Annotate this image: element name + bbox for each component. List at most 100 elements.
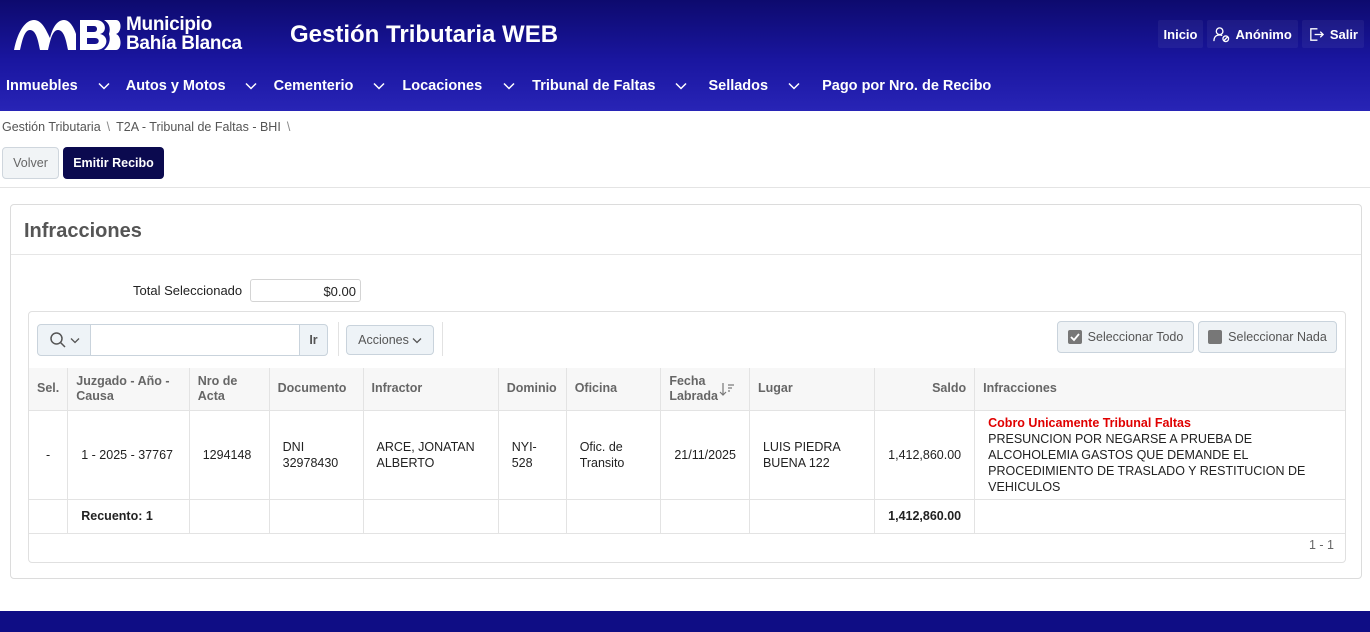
column-header-acta[interactable]: Nro de Acta bbox=[189, 368, 270, 411]
breadcrumb: Gestión Tributaria \ T2A - Tribunal de F… bbox=[2, 120, 290, 134]
user-icon bbox=[1213, 26, 1230, 42]
sort-descending-icon bbox=[719, 382, 735, 396]
nav-label: Sellados bbox=[708, 78, 769, 94]
column-header-infractor[interactable]: Infractor bbox=[363, 368, 499, 411]
column-header-fecha-label: Fecha Labrada bbox=[669, 373, 718, 403]
summary-cell bbox=[498, 499, 567, 534]
cell-lugar: LUIS PIEDRA BUENA 122 bbox=[749, 410, 876, 500]
chevron-down-icon[interactable] bbox=[675, 82, 687, 90]
summary-cell bbox=[269, 499, 364, 534]
toolbar-separator bbox=[338, 322, 339, 356]
cell-juzgado: 1 - 2025 - 37767 bbox=[67, 410, 190, 500]
infraccion-note: Cobro Unicamente Tribunal Faltas bbox=[988, 415, 1191, 430]
column-header-fecha[interactable]: Fecha Labrada bbox=[660, 368, 750, 411]
infracciones-table: Sel. Juzgado - Año - Causa Nro de Acta D… bbox=[29, 368, 1345, 534]
cell-infracciones: Cobro Unicamente Tribunal Faltas PRESUNC… bbox=[974, 410, 1345, 500]
report-region: Ir Acciones Seleccionar Todo Seleccionar… bbox=[28, 311, 1346, 563]
municipio-logo-icon[interactable] bbox=[12, 16, 122, 52]
nav-item-pago-recibo[interactable]: Pago por Nro. de Recibo bbox=[822, 78, 991, 94]
table-row: - 1 - 2025 - 37767 1294148 DNI 32978430 … bbox=[29, 410, 1345, 500]
cell-acta: 1294148 bbox=[189, 410, 270, 500]
column-header-dominio[interactable]: Dominio bbox=[498, 368, 567, 411]
acciones-label: Acciones bbox=[358, 333, 409, 347]
inicio-link[interactable]: Inicio bbox=[1157, 20, 1204, 48]
nav-label: Tribunal de Faltas bbox=[532, 78, 656, 94]
summary-saldo: 1,412,860.00 bbox=[874, 499, 976, 534]
search-input[interactable] bbox=[90, 324, 300, 356]
logo-line-2: Bahía Blanca bbox=[126, 33, 242, 54]
summary-cell bbox=[660, 499, 750, 534]
pagination: 1 - 1 bbox=[1308, 538, 1334, 552]
breadcrumb-separator: \ bbox=[106, 120, 111, 134]
logout-icon bbox=[1309, 27, 1324, 41]
checkbox-square-icon bbox=[1208, 330, 1223, 344]
summary-cell bbox=[974, 499, 1345, 534]
go-button[interactable]: Ir bbox=[299, 324, 328, 356]
cell-infractor: ARCE, JONATAN ALBERTO bbox=[363, 410, 499, 500]
chevron-down-icon[interactable] bbox=[788, 82, 800, 90]
acciones-menu-button[interactable]: Acciones bbox=[346, 325, 434, 355]
chevron-down-icon[interactable] bbox=[98, 82, 110, 90]
summary-count: Recuento: 1 bbox=[67, 499, 190, 534]
chevron-down-icon[interactable] bbox=[373, 82, 385, 90]
divider bbox=[11, 254, 1361, 255]
nav-item-sellados[interactable]: Sellados bbox=[708, 78, 800, 94]
column-header-lugar[interactable]: Lugar bbox=[749, 368, 876, 411]
nav-item-inmuebles[interactable]: Inmuebles bbox=[6, 78, 110, 94]
app-title: Gestión Tributaria WEB bbox=[290, 21, 559, 48]
checkbox-checked-icon bbox=[1067, 330, 1082, 344]
main-nav: Inmuebles Autos y Motos Cementerio Locac… bbox=[0, 72, 991, 100]
volver-button[interactable]: Volver bbox=[2, 147, 59, 179]
top-header: Municipio Bahía Blanca Gestión Tributari… bbox=[0, 0, 1370, 111]
nav-item-locaciones[interactable]: Locaciones bbox=[402, 78, 515, 94]
user-menu[interactable]: Anónimo bbox=[1207, 20, 1298, 48]
salir-label: Salir bbox=[1329, 26, 1358, 42]
toolbar-separator bbox=[442, 322, 443, 356]
select-none-button[interactable]: Seleccionar Nada bbox=[1198, 321, 1337, 353]
summary-cell bbox=[189, 499, 270, 534]
chevron-down-icon bbox=[70, 337, 79, 343]
cell-documento: DNI 32978430 bbox=[269, 410, 364, 500]
chevron-down-icon[interactable] bbox=[245, 82, 257, 90]
summary-row: Recuento: 1 1,412,860.00 bbox=[29, 499, 1345, 534]
nav-item-tribunal-faltas[interactable]: Tribunal de Faltas bbox=[532, 78, 687, 94]
select-all-label: Seleccionar Todo bbox=[1087, 330, 1184, 344]
breadcrumb-separator: \ bbox=[286, 120, 291, 134]
search-icon bbox=[49, 332, 66, 348]
total-seleccionado-field: $0.00 bbox=[250, 279, 361, 302]
cell-sel[interactable]: - bbox=[29, 410, 69, 500]
footer-bar bbox=[0, 611, 1370, 632]
search-column-button[interactable] bbox=[37, 324, 91, 356]
nav-label: Locaciones bbox=[402, 78, 483, 94]
chevron-down-icon[interactable] bbox=[503, 82, 515, 90]
column-header-saldo[interactable]: Saldo bbox=[874, 368, 976, 411]
column-header-oficina[interactable]: Oficina bbox=[566, 368, 662, 411]
nav-label: Pago por Nro. de Recibo bbox=[822, 78, 992, 94]
nav-item-cementerio[interactable]: Cementerio bbox=[274, 78, 386, 94]
summary-cell bbox=[29, 499, 69, 534]
total-seleccionado-label: Total Seleccionado bbox=[133, 283, 243, 298]
breadcrumb-item[interactable]: Gestión Tributaria bbox=[2, 120, 101, 134]
nav-label: Cementerio bbox=[273, 78, 354, 94]
card-title: Infracciones bbox=[24, 220, 142, 242]
chevron-down-icon bbox=[412, 337, 422, 343]
nav-label: Inmuebles bbox=[6, 78, 78, 94]
nav-item-autos-motos[interactable]: Autos y Motos bbox=[126, 78, 257, 94]
column-header-documento[interactable]: Documento bbox=[269, 368, 364, 411]
infracciones-card: Infracciones Total Seleccionado $0.00 Ir… bbox=[10, 204, 1362, 579]
emitir-recibo-button[interactable]: Emitir Recibo bbox=[63, 147, 164, 179]
select-all-button[interactable]: Seleccionar Todo bbox=[1057, 321, 1194, 353]
summary-cell bbox=[566, 499, 662, 534]
column-header-infracciones[interactable]: Infracciones bbox=[974, 368, 1345, 411]
column-header-juzgado[interactable]: Juzgado - Año - Causa bbox=[67, 368, 190, 411]
breadcrumb-item[interactable]: T2A - Tribunal de Faltas - BHI bbox=[116, 120, 281, 134]
cell-saldo: 1,412,860.00 bbox=[874, 410, 976, 500]
cell-fecha: 21/11/2025 bbox=[660, 410, 750, 500]
logo-line-1: Municipio bbox=[126, 14, 212, 35]
select-none-label: Seleccionar Nada bbox=[1228, 330, 1327, 344]
column-header-sel[interactable]: Sel. bbox=[29, 368, 69, 411]
summary-cell bbox=[749, 499, 876, 534]
user-label: Anónimo bbox=[1235, 26, 1292, 42]
salir-link[interactable]: Salir bbox=[1301, 20, 1364, 48]
infraccion-text: PRESUNCION POR NEGARSE A PRUEBA DE ALCOH… bbox=[988, 431, 1306, 494]
